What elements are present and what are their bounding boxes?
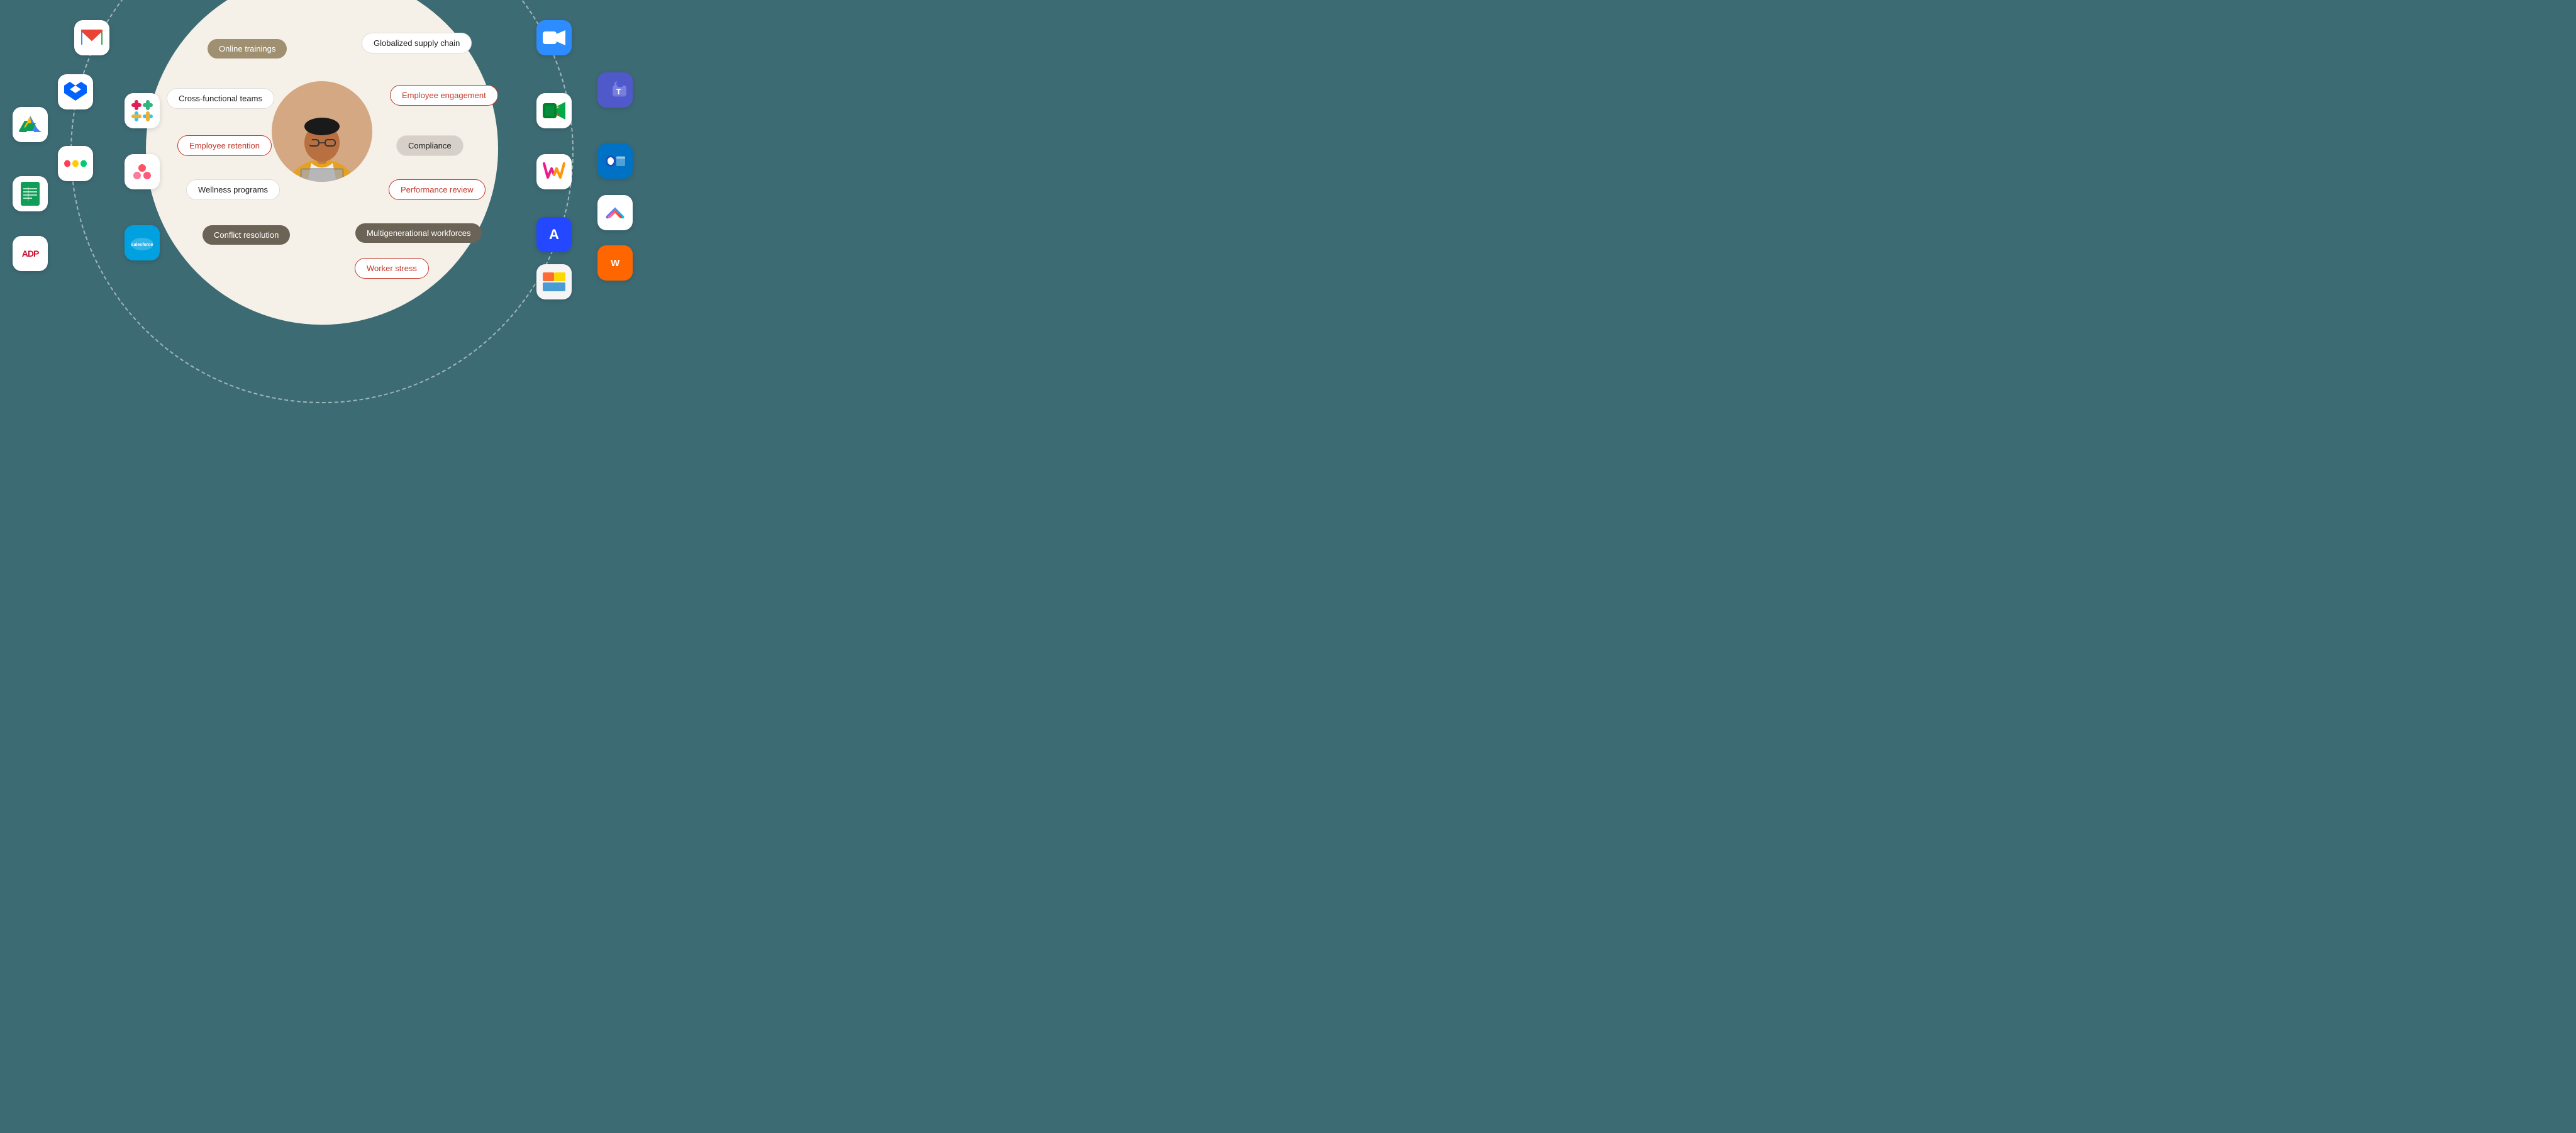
wps-icon[interactable]: W (597, 245, 633, 281)
google-drive-icon[interactable] (13, 107, 48, 142)
three-dot-icon[interactable] (125, 154, 160, 189)
google-sheets-icon[interactable] (13, 176, 48, 211)
clickup-icon[interactable] (597, 195, 633, 230)
stack-icon[interactable] (536, 264, 572, 299)
center-person (272, 81, 372, 182)
pill-employee-retention: Employee retention (177, 135, 272, 156)
arara-icon[interactable]: A (536, 217, 572, 252)
pill-online-trainings: Online trainings (208, 39, 287, 59)
pill-conflict-resolution: Conflict resolution (203, 225, 290, 245)
monday-icon[interactable] (58, 146, 93, 181)
pill-compliance: Compliance (396, 135, 464, 156)
svg-text:T: T (616, 87, 621, 96)
zoom-icon[interactable] (536, 20, 572, 55)
workvivo-icon[interactable] (536, 154, 572, 189)
adp-icon[interactable]: ADP (13, 236, 48, 271)
dropbox-icon[interactable] (58, 74, 93, 109)
svg-text:salesforce: salesforce (131, 243, 153, 247)
teams-icon[interactable]: T (597, 72, 633, 108)
gmail-icon[interactable] (74, 20, 109, 55)
outlook-icon[interactable] (597, 143, 633, 179)
google-meet-icon[interactable] (536, 93, 572, 128)
pill-performance-review: Performance review (389, 179, 486, 200)
salesforce-icon[interactable]: salesforce (125, 225, 160, 260)
pill-wellness-programs: Wellness programs (186, 179, 280, 200)
slack-icon[interactable] (125, 93, 160, 128)
pill-multigenerational-workforces: Multigenerational workforces (355, 223, 482, 243)
pill-globalized-supply-chain: Globalized supply chain (362, 33, 472, 53)
pill-worker-stress: Worker stress (355, 258, 429, 279)
main-scene: Online trainings Globalized supply chain… (0, 0, 644, 283)
pill-cross-functional-teams: Cross-functional teams (167, 88, 274, 109)
pill-employee-engagement: Employee engagement (390, 85, 498, 106)
